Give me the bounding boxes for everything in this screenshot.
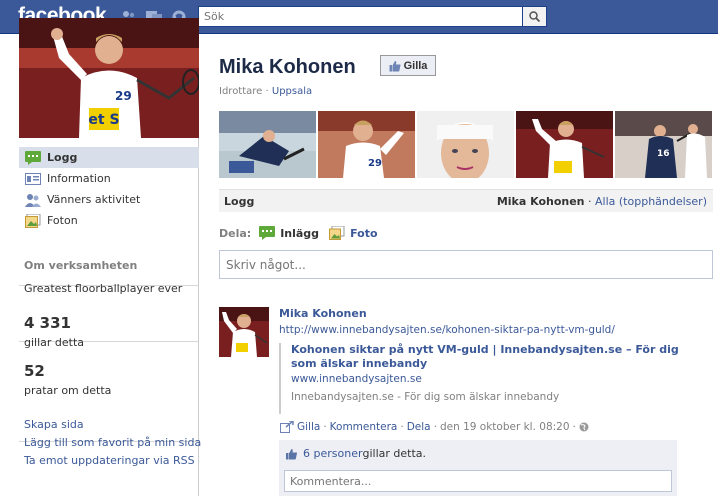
- globe-icon: [579, 422, 589, 432]
- photo-thumbnail[interactable]: [219, 111, 316, 178]
- category-label: Idrottare: [219, 86, 263, 97]
- tab-wall[interactable]: Logg: [224, 195, 254, 208]
- filter-page-name[interactable]: Mika Kohonen: [497, 195, 585, 208]
- friends-icon: [25, 193, 41, 207]
- share-label: Dela:: [219, 226, 252, 240]
- search-button[interactable]: [523, 6, 547, 27]
- photo-thumbnail[interactable]: [516, 111, 613, 178]
- story-author-avatar[interactable]: [219, 307, 269, 357]
- about-text: Greatest floorballplayer ever: [24, 282, 183, 295]
- feedback-box: 6 personer gillar detta.: [279, 440, 677, 496]
- create-page-link[interactable]: Skapa sida: [24, 418, 84, 431]
- like-button-label: Gilla: [403, 59, 428, 72]
- share-post-option[interactable]: Inlägg: [259, 226, 319, 240]
- status-icon: [259, 226, 276, 240]
- nav-item-label: Information: [47, 172, 111, 185]
- talking-count: 52: [24, 362, 45, 380]
- story-timestamp[interactable]: den 19 oktober kl. 08:20: [440, 421, 570, 433]
- like-button[interactable]: Gilla: [380, 55, 436, 76]
- about-heading: Om verksamheten: [24, 259, 138, 272]
- wall-tab-bar: Logg Mika Kohonen · Alla (topphändelser): [219, 189, 713, 212]
- photo-thumbnail[interactable]: 16: [615, 111, 712, 178]
- profile-picture[interactable]: et S 29: [19, 18, 199, 138]
- likes-sentence: 6 personer gillar detta.: [285, 447, 426, 460]
- comment-action[interactable]: Kommentera: [330, 421, 398, 433]
- link-attachment: Kohonen siktar på nytt VM-guld | Inneban…: [279, 343, 699, 414]
- nav-item-friends-activity[interactable]: Vänners aktivitet: [19, 189, 199, 210]
- page-category: Idrottare · Uppsala: [219, 86, 313, 97]
- attachment-caption: Innebandysajten.se - För dig som älskar …: [291, 391, 560, 403]
- add-favorite-link[interactable]: Lägg till som favorit på min sida: [24, 436, 201, 449]
- page-title: Mika Kohonen: [219, 56, 356, 78]
- svg-text:et S: et S: [88, 112, 119, 128]
- share-row: Dela: Inlägg Foto: [219, 225, 388, 241]
- nav-item-label: Foton: [47, 214, 78, 227]
- nav-item-wall[interactable]: Logg: [19, 147, 199, 168]
- share-link-icon: [280, 421, 294, 433]
- photo-thumbnail[interactable]: [417, 111, 514, 178]
- thumbs-up-icon: [286, 448, 298, 459]
- likes-count: 4 331: [24, 314, 71, 332]
- nav-item-photos[interactable]: Foton: [19, 210, 199, 231]
- rss-link[interactable]: Ta emot uppdateringar via RSS: [24, 454, 195, 467]
- story-url-link[interactable]: http://www.innebandysajten.se/kohonen-si…: [279, 324, 615, 336]
- story-author-name[interactable]: Mika Kohonen: [279, 307, 367, 320]
- comment-input[interactable]: [284, 470, 672, 492]
- wall-icon: [25, 150, 41, 165]
- svg-text:29: 29: [115, 89, 132, 103]
- share-photo-option[interactable]: Foto: [329, 226, 378, 240]
- nav-item-information[interactable]: Information: [19, 168, 199, 189]
- filter-all-link[interactable]: Alla (topphändelser): [595, 195, 707, 208]
- info-icon: [25, 172, 41, 185]
- nav-item-label: Vänners aktivitet: [47, 193, 141, 206]
- attachment-title[interactable]: Kohonen siktar på nytt VM-guld | Inneban…: [291, 343, 701, 371]
- nav-item-label: Logg: [47, 151, 78, 164]
- talking-label: pratar om detta: [24, 384, 112, 397]
- share-action[interactable]: Dela: [407, 421, 431, 433]
- search-icon: [529, 11, 540, 22]
- likes-label: gillar detta: [24, 336, 85, 349]
- photo-icon: [329, 226, 345, 240]
- photo-thumbnail[interactable]: 29: [318, 111, 415, 178]
- left-nav: Logg Information Vänners aktivitet Foton: [19, 147, 199, 231]
- composer-input[interactable]: [219, 250, 713, 279]
- story-actions: Gilla · Kommentera · Dela · den 19 oktob…: [280, 421, 592, 433]
- svg-text:29: 29: [368, 158, 382, 169]
- attachment-domain[interactable]: www.innebandysajten.se: [291, 373, 699, 385]
- wall-filter: Mika Kohonen · Alla (topphändelser): [496, 194, 707, 208]
- location-link[interactable]: Uppsala: [272, 86, 312, 97]
- photos-icon: [25, 213, 41, 228]
- likers-link[interactable]: 6 personer: [303, 447, 363, 460]
- svg-text:16: 16: [657, 149, 670, 159]
- thumbs-up-icon: [389, 60, 401, 71]
- like-action[interactable]: Gilla: [297, 421, 320, 433]
- search-input[interactable]: [198, 6, 523, 27]
